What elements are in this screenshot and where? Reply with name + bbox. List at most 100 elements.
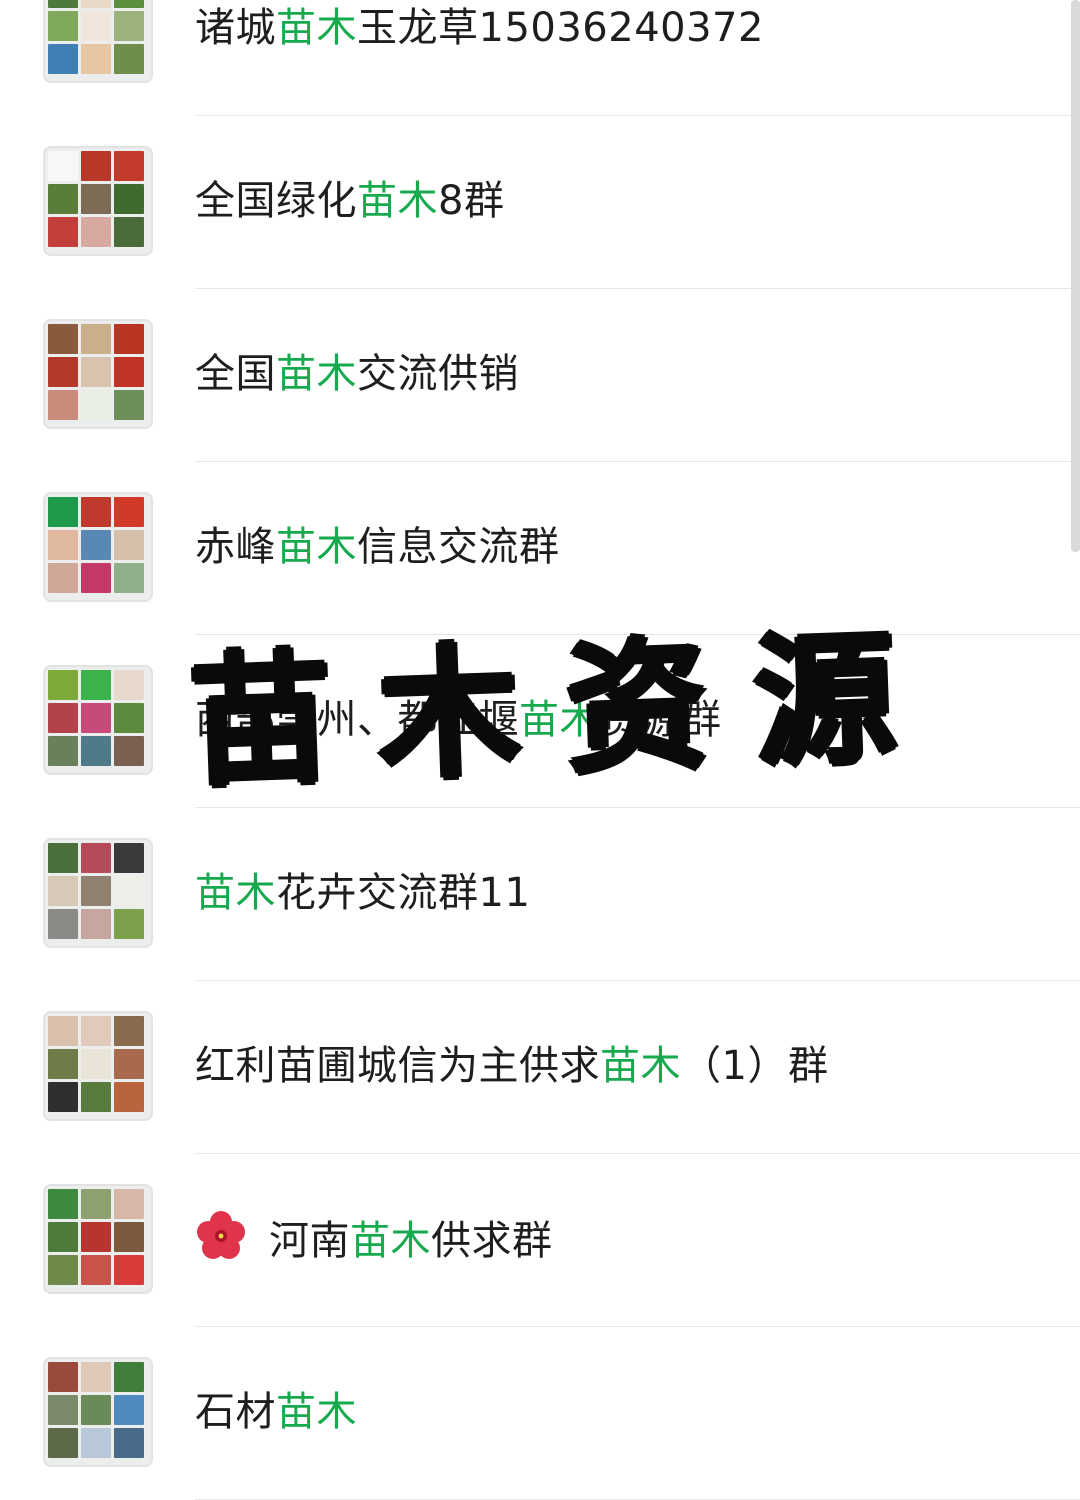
chat-list-item[interactable]: 全国苗木交流供销	[0, 289, 1080, 462]
group-name: 诸城苗木玉龙草15036240372	[195, 0, 764, 57]
avatar-member-photo	[114, 1016, 144, 1046]
chat-list-item[interactable]: 红利苗圃城信为主供求苗木（1）群	[0, 981, 1080, 1154]
avatar-member-photo	[114, 843, 144, 873]
group-name-text: 诸城	[195, 5, 276, 51]
avatar-member-photo	[114, 1255, 144, 1285]
avatar-member-photo	[48, 11, 78, 41]
group-avatar	[45, 0, 151, 81]
avatar-member-photo	[81, 1362, 111, 1392]
avatar-member-photo	[114, 736, 144, 766]
avatar-member-photo	[114, 703, 144, 733]
search-keyword-highlight: 苗木	[276, 5, 357, 51]
search-keyword-highlight: 苗木	[276, 1389, 357, 1435]
avatar-member-photo	[48, 497, 78, 527]
avatar-member-photo	[114, 0, 144, 8]
avatar-member-photo	[114, 1082, 144, 1112]
group-name-text: 供求群	[431, 1218, 553, 1264]
avatar-member-photo	[81, 324, 111, 354]
avatar-member-photo	[81, 497, 111, 527]
group-name-text: 8群	[438, 178, 505, 224]
avatar-member-photo	[48, 1362, 78, 1392]
avatar-member-photo	[114, 217, 144, 247]
avatar-member-photo	[81, 357, 111, 387]
hibiscus-icon	[195, 1210, 247, 1262]
group-name-text: 玉龙草15036240372	[357, 5, 764, 51]
avatar-member-photo	[48, 703, 78, 733]
avatar-member-photo	[114, 1428, 144, 1458]
avatar-member-photo	[48, 184, 78, 214]
avatar-member-photo	[48, 390, 78, 420]
avatar-member-photo	[114, 1395, 144, 1425]
avatar-member-photo	[48, 1189, 78, 1219]
avatar-member-photo	[81, 1222, 111, 1252]
avatar-member-photo	[114, 324, 144, 354]
chat-list-item[interactable]: 诸城苗木玉龙草15036240372	[0, 0, 1080, 116]
group-name: 全国苗木交流供销	[195, 345, 519, 403]
group-avatar	[45, 1359, 151, 1465]
overlay-title: 苗木资源	[187, 615, 945, 807]
chat-list-item[interactable]: 全国绿化苗木8群	[0, 116, 1080, 289]
group-name: 石材苗木	[195, 1383, 357, 1441]
avatar-member-photo	[48, 1049, 78, 1079]
avatar-member-photo	[81, 0, 111, 8]
scrollbar[interactable]	[1071, 0, 1080, 552]
avatar-member-photo	[114, 1362, 144, 1392]
avatar-member-photo	[114, 44, 144, 74]
avatar-member-photo	[81, 1082, 111, 1112]
avatar-member-photo	[48, 217, 78, 247]
avatar-member-photo	[48, 670, 78, 700]
avatar-member-photo	[114, 1049, 144, 1079]
search-keyword-highlight: 苗木	[195, 870, 276, 916]
avatar-member-photo	[81, 184, 111, 214]
avatar-member-photo	[48, 44, 78, 74]
group-avatar	[45, 1013, 151, 1119]
chat-list-item[interactable]: 河南苗木供求群	[0, 1154, 1080, 1327]
avatar-member-photo	[81, 909, 111, 939]
group-name: 赤峰苗木信息交流群	[195, 518, 560, 576]
search-keyword-highlight: 苗木	[357, 178, 438, 224]
avatar-member-photo	[81, 390, 111, 420]
group-name-prefix: 河南	[269, 1218, 350, 1264]
group-name: 苗木花卉交流群11	[195, 864, 530, 922]
avatar-member-photo	[114, 357, 144, 387]
avatar-member-photo	[48, 530, 78, 560]
chat-list-item[interactable]: 石材苗木	[0, 1327, 1080, 1500]
avatar-member-photo	[48, 0, 78, 8]
avatar-member-photo	[114, 184, 144, 214]
avatar-member-photo	[114, 563, 144, 593]
avatar-member-photo	[114, 1222, 144, 1252]
avatar-member-photo	[48, 324, 78, 354]
group-name-text: 石材	[195, 1389, 276, 1435]
avatar-member-photo	[48, 1082, 78, 1112]
chat-list-item[interactable]: 苗木花卉交流群11	[0, 808, 1080, 981]
avatar-member-photo	[81, 1189, 111, 1219]
avatar-member-photo	[81, 151, 111, 181]
avatar-member-photo	[81, 1016, 111, 1046]
avatar-member-photo	[114, 497, 144, 527]
avatar-member-photo	[114, 1189, 144, 1219]
group-name-text: （1）群	[681, 1043, 829, 1089]
avatar-member-photo	[48, 357, 78, 387]
avatar-member-photo	[48, 843, 78, 873]
avatar-member-photo	[81, 530, 111, 560]
avatar-member-photo	[114, 530, 144, 560]
search-keyword-highlight: 苗木	[276, 524, 357, 570]
avatar-member-photo	[114, 670, 144, 700]
avatar-member-photo	[81, 670, 111, 700]
avatar-member-photo	[48, 1428, 78, 1458]
avatar-member-photo	[48, 563, 78, 593]
group-avatar	[45, 321, 151, 427]
group-name-text: 全国绿化	[195, 178, 357, 224]
avatar-member-photo	[81, 217, 111, 247]
avatar-member-photo	[48, 151, 78, 181]
avatar-member-photo	[81, 703, 111, 733]
group-avatar	[45, 148, 151, 254]
avatar-member-photo	[81, 1049, 111, 1079]
group-name: 全国绿化苗木8群	[195, 172, 504, 230]
avatar-member-photo	[81, 563, 111, 593]
avatar-member-photo	[81, 44, 111, 74]
group-avatar	[45, 494, 151, 600]
avatar-member-photo	[114, 151, 144, 181]
avatar-member-photo	[114, 876, 144, 906]
chat-list-item[interactable]: 赤峰苗木信息交流群	[0, 462, 1080, 635]
